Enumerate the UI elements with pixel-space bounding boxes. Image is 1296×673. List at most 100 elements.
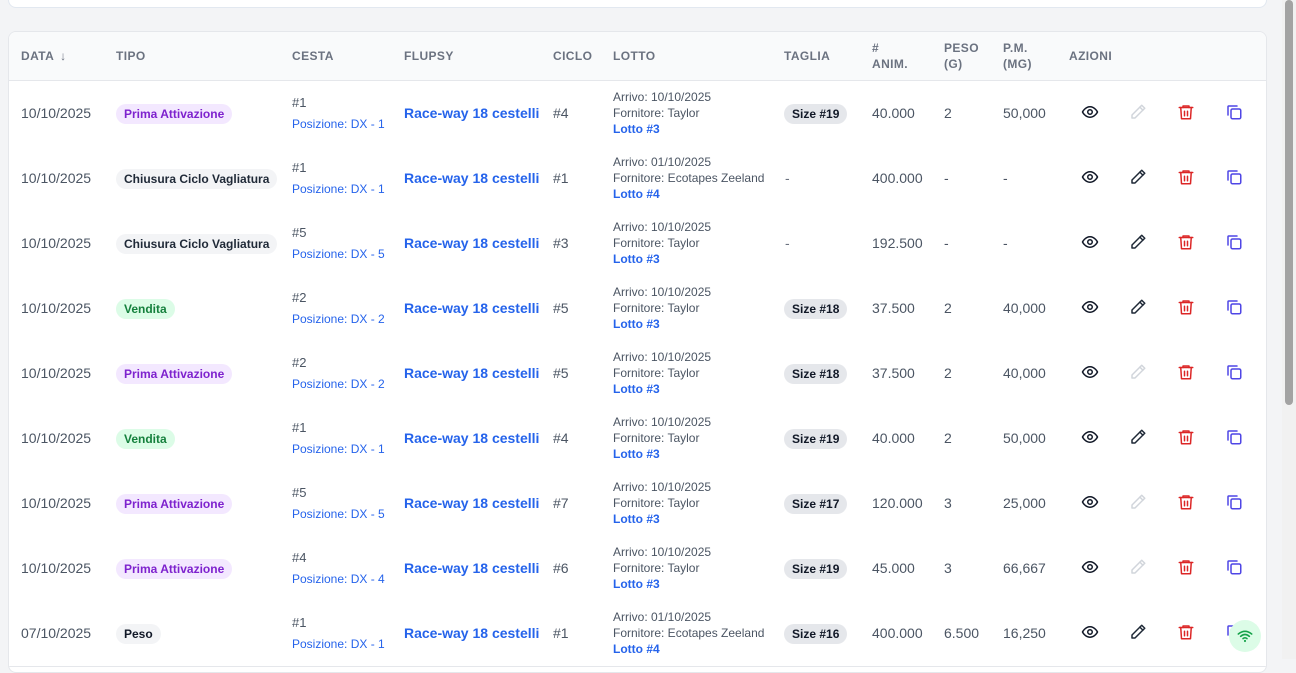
mean-weight-value: - xyxy=(1003,235,1008,251)
cesta-cell: #1 Posizione: DX - 1 xyxy=(292,615,385,651)
column-header-peso: PESO (G) xyxy=(944,40,979,72)
flupsy-link[interactable]: Race-way 18 cestelli xyxy=(404,235,539,251)
column-header-data[interactable]: DATA ↓ xyxy=(21,48,67,64)
basket-number: #2 xyxy=(292,290,307,305)
flupsy-link[interactable]: Race-way 18 cestelli xyxy=(404,170,539,186)
copy-icon[interactable] xyxy=(1225,493,1243,511)
connection-status-button[interactable] xyxy=(1229,620,1261,652)
lot-arrival-date: Arrivo: 10/10/2025 xyxy=(613,415,712,429)
copy-icon[interactable] xyxy=(1225,298,1243,316)
basket-position-link[interactable]: Posizione: DX - 2 xyxy=(292,377,385,391)
lot-link[interactable]: Lotto #3 xyxy=(613,576,711,592)
pencil-icon[interactable] xyxy=(1129,623,1147,641)
flupsy-link[interactable]: Race-way 18 cestelli xyxy=(404,300,539,316)
eye-icon[interactable] xyxy=(1081,623,1099,641)
cycle-number: #1 xyxy=(553,625,569,641)
basket-number: #2 xyxy=(292,355,307,370)
table-row: 10/10/2025 Prima Attivazione #4 Posizion… xyxy=(9,536,1266,602)
cesta-cell: #4 Posizione: DX - 4 xyxy=(292,550,385,586)
trash-icon[interactable] xyxy=(1177,168,1195,186)
copy-icon[interactable] xyxy=(1225,103,1243,121)
animal-count: 40.000 xyxy=(872,105,915,121)
basket-position-link[interactable]: Posizione: DX - 5 xyxy=(292,247,385,261)
cycle-number: #7 xyxy=(553,495,569,511)
page-scrollbar[interactable] xyxy=(1282,0,1296,659)
column-header-lotto: LOTTO xyxy=(613,49,656,63)
basket-position-link[interactable]: Posizione: DX - 1 xyxy=(292,637,385,651)
cycle-number: #5 xyxy=(553,300,569,316)
eye-icon[interactable] xyxy=(1081,103,1099,121)
animal-count: 400.000 xyxy=(872,170,923,186)
trash-icon[interactable] xyxy=(1177,363,1195,381)
column-header-line: (G) xyxy=(944,57,963,71)
trash-icon[interactable] xyxy=(1177,493,1195,511)
eye-icon[interactable] xyxy=(1081,298,1099,316)
pencil-icon[interactable] xyxy=(1129,428,1147,446)
filter-panel-edge xyxy=(8,0,1267,8)
mean-weight-value: 50,000 xyxy=(1003,430,1046,446)
basket-position-link[interactable]: Posizione: DX - 2 xyxy=(292,312,385,326)
basket-position-link[interactable]: Posizione: DX - 5 xyxy=(292,507,385,521)
copy-icon[interactable] xyxy=(1225,363,1243,381)
pencil-icon[interactable] xyxy=(1129,298,1147,316)
basket-position-link[interactable]: Posizione: DX - 1 xyxy=(292,182,385,196)
basket-position-link[interactable]: Posizione: DX - 1 xyxy=(292,117,385,131)
scrollbar-thumb[interactable] xyxy=(1285,0,1293,405)
flupsy-link[interactable]: Race-way 18 cestelli xyxy=(404,495,539,511)
operation-type-badge: Peso xyxy=(116,624,161,644)
lot-link[interactable]: Lotto #3 xyxy=(613,121,711,137)
copy-icon[interactable] xyxy=(1225,428,1243,446)
lot-link[interactable]: Lotto #3 xyxy=(613,511,711,527)
eye-icon[interactable] xyxy=(1081,493,1099,511)
date-value: 10/10/2025 xyxy=(21,300,92,316)
lot-link[interactable]: Lotto #3 xyxy=(613,316,711,332)
trash-icon[interactable] xyxy=(1177,298,1195,316)
copy-icon[interactable] xyxy=(1225,558,1243,576)
trash-icon[interactable] xyxy=(1177,103,1195,121)
eye-icon[interactable] xyxy=(1081,558,1099,576)
taglia-cell: Size #19 xyxy=(784,104,848,124)
column-header-cesta: CESTA xyxy=(292,49,334,63)
flupsy-link[interactable]: Race-way 18 cestelli xyxy=(404,365,539,381)
taglia-value: - xyxy=(785,170,790,186)
weight-value: 6.500 xyxy=(944,625,980,641)
sort-down-icon[interactable]: ↓ xyxy=(60,48,66,64)
lot-link[interactable]: Lotto #3 xyxy=(613,381,711,397)
pencil-icon[interactable] xyxy=(1129,168,1147,186)
trash-icon[interactable] xyxy=(1177,233,1195,251)
table-row: 10/10/2025 Chiusura Ciclo Vagliatura #5 … xyxy=(9,211,1266,277)
trash-icon[interactable] xyxy=(1177,558,1195,576)
lot-arrival-date: Arrivo: 10/10/2025 xyxy=(613,90,712,104)
flupsy-link[interactable]: Race-way 18 cestelli xyxy=(404,625,539,641)
column-header-line: PESO xyxy=(944,41,979,55)
flupsy-link[interactable]: Race-way 18 cestelli xyxy=(404,105,539,121)
cesta-cell: #1 Posizione: DX - 1 xyxy=(292,95,385,131)
copy-icon[interactable] xyxy=(1225,233,1243,251)
eye-icon[interactable] xyxy=(1081,363,1099,381)
table-row: 10/10/2025 Chiusura Ciclo Vagliatura #1 … xyxy=(9,146,1266,212)
operation-type-badge: Prima Attivazione xyxy=(116,364,233,384)
basket-position-link[interactable]: Posizione: DX - 1 xyxy=(292,442,385,456)
lot-link[interactable]: Lotto #3 xyxy=(613,251,711,267)
eye-icon[interactable] xyxy=(1081,428,1099,446)
basket-number: #5 xyxy=(292,485,307,500)
flupsy-link[interactable]: Race-way 18 cestelli xyxy=(404,430,539,446)
lot-link[interactable]: Lotto #4 xyxy=(613,641,764,657)
lot-link[interactable]: Lotto #4 xyxy=(613,186,764,202)
cesta-cell: #1 Posizione: DX - 1 xyxy=(292,160,385,196)
lot-link[interactable]: Lotto #3 xyxy=(613,446,711,462)
size-badge: Size #17 xyxy=(784,494,848,514)
trash-icon[interactable] xyxy=(1177,623,1195,641)
flupsy-link[interactable]: Race-way 18 cestelli xyxy=(404,560,539,576)
cycle-number: #3 xyxy=(553,235,569,251)
eye-icon[interactable] xyxy=(1081,168,1099,186)
tipo-cell: Prima Attivazione xyxy=(116,364,233,384)
pencil-icon xyxy=(1129,493,1147,511)
basket-position-link[interactable]: Posizione: DX - 4 xyxy=(292,572,385,586)
copy-icon[interactable] xyxy=(1225,168,1243,186)
trash-icon[interactable] xyxy=(1177,428,1195,446)
pencil-icon[interactable] xyxy=(1129,233,1147,251)
column-header-ciclo: CICLO xyxy=(553,49,593,63)
taglia-cell: Size #18 xyxy=(784,299,848,319)
eye-icon[interactable] xyxy=(1081,233,1099,251)
